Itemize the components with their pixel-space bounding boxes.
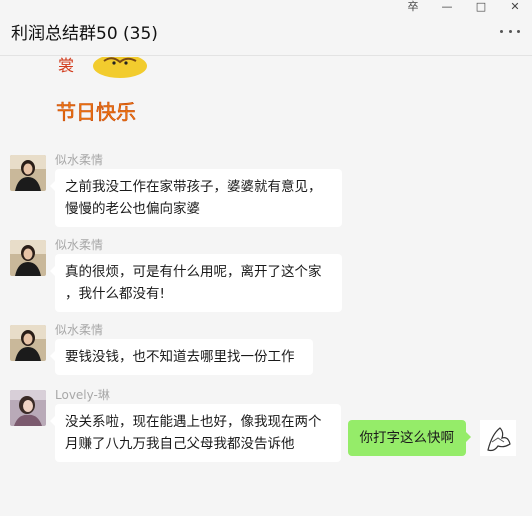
my-message-bubble[interactable]: 你打字这么快啊 — [347, 420, 471, 456]
maximize-button[interactable]: □ — [464, 0, 498, 16]
chat-title: 利润总结群50 (35) — [11, 24, 158, 44]
pin-button[interactable]: 卒 — [396, 0, 430, 16]
avatar[interactable] — [10, 155, 46, 191]
message-bubble[interactable]: 之前我没工作在家带孩子，婆婆就有意见， 慢慢的老公也偏向家婆 — [50, 169, 342, 227]
festival-sticker[interactable]: 裳 节日快乐 — [52, 57, 162, 132]
message-bubble[interactable]: 真的很烦，可是有什么用呢，离开了这个家 ，我什么都没有! — [50, 254, 342, 312]
chat-area[interactable]: 裳 节日快乐 似水柔情 之前我没工作在家带孩子，婆婆就有意见， 慢慢的老公也偏向… — [0, 57, 532, 516]
message-line: 慢慢的老公也偏向家婆 — [65, 201, 200, 217]
message-line: 真的很烦，可是有什么用呢，离开了这个家 — [65, 264, 322, 280]
title-bar: 利润总结群50 (35) 卒 — □ ✕ — [0, 0, 532, 56]
message-line: 要钱没钱，也不知道去哪里找一份工作 — [65, 349, 295, 365]
avatar[interactable] — [10, 240, 46, 276]
sticker-image: 裳 节日快乐 — [56, 57, 147, 124]
message-line: 没关系啦，现在能遇上也好，像我现在两个 — [65, 414, 322, 430]
sender-name: 似水柔情 — [55, 323, 104, 337]
svg-text:裳: 裳 — [58, 57, 74, 75]
minimize-button[interactable]: — — [430, 0, 464, 16]
window-controls: 卒 — □ ✕ — [396, 0, 532, 16]
avatar[interactable] — [10, 390, 46, 426]
message-bubble[interactable]: 没关系啦，现在能遇上也好，像我现在两个 月赚了八九万我自己父母我都没告诉他 — [50, 404, 341, 462]
message-line: 之前我没工作在家带孩子，婆婆就有意见， — [65, 179, 322, 195]
sender-name: 似水柔情 — [55, 153, 104, 167]
message-bubble[interactable]: 要钱没钱，也不知道去哪里找一份工作 — [50, 339, 313, 375]
close-button[interactable]: ✕ — [498, 0, 532, 16]
message-line: ，我什么都没有! — [65, 286, 165, 302]
sticker-caption: 节日快乐 — [56, 100, 136, 124]
more-options-icon[interactable] — [500, 25, 520, 37]
sender-name: Lovely-琳 — [55, 388, 110, 402]
avatar[interactable] — [10, 325, 46, 361]
my-avatar[interactable] — [480, 420, 516, 456]
message-line: 月赚了八九万我自己父母我都没告诉他 — [65, 436, 295, 452]
sender-name: 似水柔情 — [55, 238, 104, 252]
